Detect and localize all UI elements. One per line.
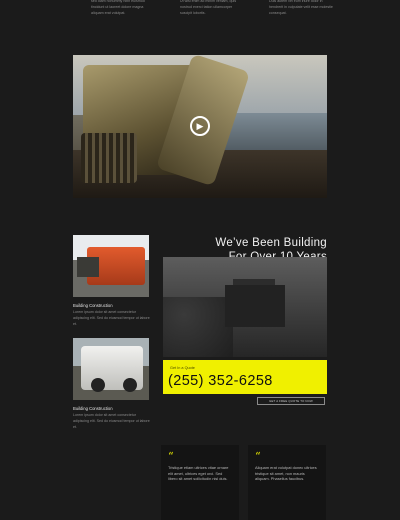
card-text: Lorem ipsum dolor sit amet consectetur a… (73, 413, 150, 429)
top-column-2: Ut wisi enim ad minim veniam, quis nostr… (180, 0, 237, 15)
testimonial-text: Tristique etiam ultrices vitae ornare el… (168, 465, 229, 482)
testimonial-card: “ Aliquam erat volutpat donec ultrices t… (248, 445, 326, 520)
quote-icon: “ (255, 450, 261, 463)
top-column-1: sed diam nonummy nibh euismod tincidunt … (91, 0, 145, 15)
top-column-3: Duis autem vel eum iriure dolor in hendr… (269, 0, 333, 15)
card-image-loader[interactable] (73, 235, 149, 297)
card-title[interactable]: Building Construction (73, 303, 113, 308)
phone-number[interactable]: (255) 352-6258 (168, 373, 273, 389)
loader-bucket (77, 257, 99, 277)
construction-photo (163, 257, 327, 357)
quote-button[interactable]: GET A FREE QUOTE TO NOW (257, 397, 325, 405)
card-image-truck[interactable] (73, 338, 149, 400)
photo-crane (225, 285, 285, 327)
testimonial-text: Aliquam erat volutpat donec ultrices tri… (255, 465, 317, 482)
quote-icon: “ (168, 450, 174, 463)
play-icon[interactable]: ▶ (190, 116, 210, 136)
testimonial-card: “ Tristique etiam ultrices vitae ornare … (161, 445, 239, 520)
heading-line-1: We’ve Been Building (215, 237, 327, 249)
excavator-track (81, 133, 137, 183)
card-text: Lorem ipsum dolor sit amet consectetur a… (73, 310, 150, 326)
call-box: Get In a Quote (255) 352-6258 (163, 360, 327, 394)
card-title[interactable]: Building Construction (73, 406, 113, 411)
photo-trees (163, 297, 233, 357)
hero-video[interactable]: ▶ (73, 55, 327, 198)
truck-wheel (123, 378, 137, 392)
truck-wheel (91, 378, 105, 392)
call-label: Get In a Quote (170, 366, 195, 370)
